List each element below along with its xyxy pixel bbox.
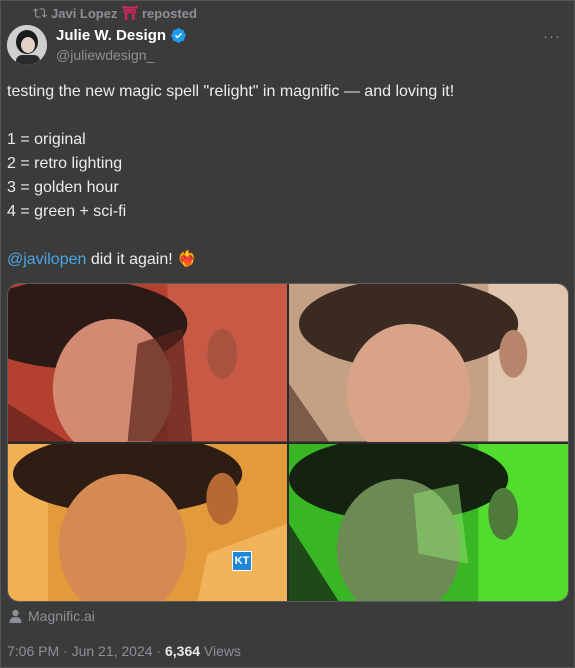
repost-icon [33,8,47,18]
tweet-list-item-3: 3 = golden hour [7,179,119,196]
image-green-sci-fi[interactable] [289,443,568,601]
fire-heart-emoji: ❤️‍🔥 [177,251,198,268]
view-count: 6,364 [164,643,201,659]
tweet-list-item-4: 4 = green + sci-fi [7,203,127,220]
torii-emoji: ⛩ [121,5,138,20]
tweet-timestamp[interactable]: 7:06 PM · Jun 21, 2024 · [7,643,165,659]
tweet-text-line-1: testing the new magic spell "relight" in… [7,83,455,100]
mention-link[interactable]: @javilopen [7,251,86,268]
image-original[interactable] [8,284,287,442]
verified-badge-icon [171,28,186,43]
repost-indicator[interactable]: Javi Lopez ⛩ reposted [33,5,197,21]
avatar[interactable] [7,25,47,65]
image-golden-hour[interactable] [8,443,287,601]
author-handle[interactable]: @juliewdesign_ [56,47,154,63]
media-source[interactable]: Magnific.ai [9,608,95,624]
image-grid [7,283,569,602]
reposter-name[interactable]: Javi Lopez [51,6,117,21]
tweet-mention-line: @javilopen did it again! ❤️‍🔥 [7,250,197,270]
image-retro-lighting[interactable] [289,284,568,442]
tweet-meta: 7:06 PM · Jun 21, 2024 · 6,364 Views [7,643,241,659]
person-icon [9,609,22,623]
mention-tail: did it again! [86,251,173,268]
kt-watermark: KT [232,551,252,571]
tweet-list-item-1: 1 = original [7,131,86,148]
repost-label: reposted [141,5,197,21]
media-source-label[interactable]: Magnific.ai [28,608,95,624]
tweet-list-item-2: 2 = retro lighting [7,155,123,172]
author-name-text[interactable]: Julie W. Design [56,27,166,44]
views-label: Views [200,643,242,659]
author-display-name[interactable]: Julie W. Design [56,27,187,44]
more-options-icon[interactable]: ··· [543,28,561,45]
